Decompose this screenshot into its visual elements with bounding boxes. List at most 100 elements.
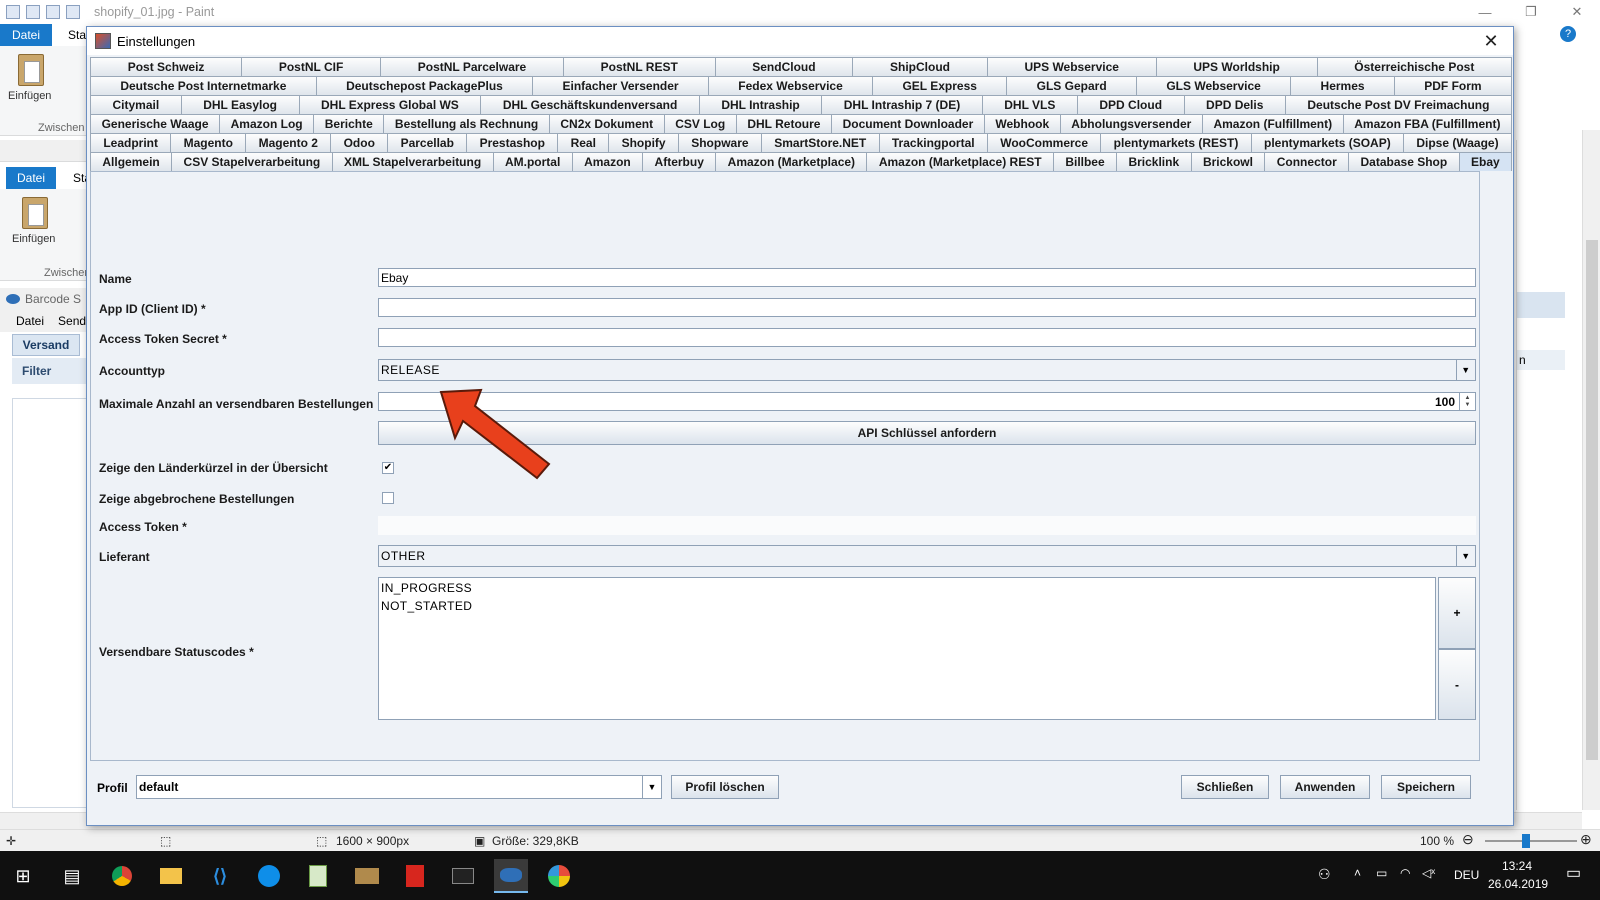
zoom-slider[interactable] bbox=[1485, 840, 1577, 842]
chevron-down-icon[interactable]: ▼ bbox=[642, 776, 661, 798]
tab-sendcloud[interactable]: SendCloud bbox=[714, 57, 854, 76]
battery-icon[interactable]: ▭ bbox=[1376, 866, 1387, 880]
tab-deutschepost-packageplus[interactable]: Deutschepost PackagePlus bbox=[315, 76, 534, 95]
tab-gel-express[interactable]: GEL Express bbox=[872, 76, 1008, 95]
tab-connector[interactable]: Connector bbox=[1264, 152, 1350, 171]
chrome-icon[interactable] bbox=[105, 859, 139, 893]
list-item[interactable]: IN_PROGRESS bbox=[381, 581, 1433, 599]
vertical-scrollbar[interactable] bbox=[1582, 130, 1600, 810]
file-explorer-icon[interactable] bbox=[154, 859, 188, 893]
tab-dhl-vls[interactable]: DHL VLS bbox=[981, 95, 1078, 114]
tab-database-shop[interactable]: Database Shop bbox=[1348, 152, 1460, 171]
filter-bar[interactable]: Filter bbox=[12, 358, 88, 384]
lieferant-select[interactable]: OTHER ▼ bbox=[378, 545, 1476, 567]
accounttyp-select[interactable]: RELEASE ▼ bbox=[378, 359, 1476, 381]
undo-icon[interactable] bbox=[46, 5, 60, 19]
tab-dhl-intraship[interactable]: DHL Intraship bbox=[698, 95, 823, 114]
notification-icon[interactable]: ▭ bbox=[1566, 863, 1581, 883]
tab-amazon-marketplace-rest[interactable]: Amazon (Marketplace) REST bbox=[866, 152, 1054, 171]
tab-csv-stapelverarbeitung[interactable]: CSV Stapelverarbeitung bbox=[171, 152, 333, 171]
tab-real[interactable]: Real bbox=[557, 133, 610, 152]
tab-cn2x-dokument[interactable]: CN2x Dokument bbox=[548, 114, 665, 133]
add-status-button[interactable]: + bbox=[1438, 577, 1476, 649]
tab-woocommerce[interactable]: WooCommerce bbox=[986, 133, 1102, 152]
dialog-close-icon[interactable]: ✕ bbox=[1469, 27, 1513, 55]
tab-ups-worldship[interactable]: UPS Worldship bbox=[1155, 57, 1318, 76]
tray-expand-icon[interactable]: ˄ bbox=[1354, 866, 1361, 880]
paint-taskbar-icon[interactable] bbox=[542, 859, 576, 893]
second-file-tab[interactable]: Datei bbox=[6, 167, 56, 189]
redo-icon[interactable] bbox=[66, 5, 80, 19]
tab-gls-gepard[interactable]: GLS Gepard bbox=[1006, 76, 1137, 95]
tab-ebay[interactable]: Ebay bbox=[1458, 152, 1513, 171]
tab-generische-waage[interactable]: Generische Waage bbox=[90, 114, 221, 133]
tab-magento[interactable]: Magento bbox=[170, 133, 247, 152]
apply-button[interactable]: Anwenden bbox=[1280, 775, 1370, 799]
help-icon[interactable]: ? bbox=[1560, 26, 1576, 42]
tab-deutsche-post-internetmarke[interactable]: Deutsche Post Internetmarke bbox=[90, 76, 317, 95]
tab-bricklink[interactable]: Bricklink bbox=[1116, 152, 1192, 171]
minimize-icon[interactable]: — bbox=[1462, 0, 1508, 24]
tab-shipcloud[interactable]: ShipCloud bbox=[852, 57, 988, 76]
task-view-icon[interactable]: ▤ bbox=[55, 859, 89, 893]
tab-postnl-cif[interactable]: PostNL CIF bbox=[241, 57, 382, 76]
name-field[interactable]: Ebay bbox=[378, 268, 1476, 287]
tab-am-portal[interactable]: AM.portal bbox=[492, 152, 573, 171]
tab-plentymarkets-rest[interactable]: plentymarkets (REST) bbox=[1100, 133, 1252, 152]
tab-brickowl[interactable]: Brickowl bbox=[1190, 152, 1266, 171]
tab-gls-webservice[interactable]: GLS Webservice bbox=[1136, 76, 1292, 95]
tab-webhook[interactable]: Webhook bbox=[983, 114, 1061, 133]
terminal-icon[interactable] bbox=[446, 859, 480, 893]
clock-date[interactable]: 26.04.2019 bbox=[1488, 877, 1548, 891]
tab-parcellab[interactable]: Parcellab bbox=[387, 133, 468, 152]
tab-amazon-fba-fulfillment[interactable]: Amazon FBA (Fulfillment) bbox=[1342, 114, 1513, 133]
save-icon[interactable] bbox=[26, 5, 40, 19]
input-language[interactable]: DEU bbox=[1454, 868, 1479, 882]
tab-dhl-express-global-ws[interactable]: DHL Express Global WS bbox=[298, 95, 482, 114]
access-token-secret-field[interactable] bbox=[378, 328, 1476, 347]
zoom-slider-thumb[interactable] bbox=[1522, 834, 1530, 848]
package-icon[interactable] bbox=[350, 859, 384, 893]
tab-österreichische-post[interactable]: Österreichische Post bbox=[1316, 57, 1513, 76]
tab-magento-2[interactable]: Magento 2 bbox=[245, 133, 332, 152]
tab-prestashop[interactable]: Prestashop bbox=[466, 133, 559, 152]
delete-profile-button[interactable]: Profil löschen bbox=[671, 775, 779, 799]
tab-pdf-form[interactable]: PDF Form bbox=[1393, 76, 1512, 95]
tab-post-schweiz[interactable]: Post Schweiz bbox=[90, 57, 243, 76]
tab-amazon-fulfillment[interactable]: Amazon (Fulfillment) bbox=[1201, 114, 1344, 133]
access-token-field[interactable] bbox=[378, 516, 1476, 535]
tab-bestellung-als-rechnung[interactable]: Bestellung als Rechnung bbox=[383, 114, 550, 133]
tab-smartstore-net[interactable]: SmartStore.NET bbox=[760, 133, 880, 152]
zoom-out-icon[interactable]: ⊖ bbox=[1462, 831, 1474, 848]
tab-afterbuy[interactable]: Afterbuy bbox=[642, 152, 717, 171]
volume-icon[interactable]: ◁ˣ bbox=[1422, 866, 1435, 880]
tab-dpd-delis[interactable]: DPD Delis bbox=[1183, 95, 1286, 114]
acrobat-icon[interactable] bbox=[398, 859, 432, 893]
chevron-down-icon[interactable]: ▼ bbox=[1456, 360, 1475, 380]
teamviewer-icon[interactable] bbox=[252, 859, 286, 893]
tab-dhl-easylog[interactable]: DHL Easylog bbox=[180, 95, 300, 114]
close-icon[interactable]: ✕ bbox=[1554, 0, 1600, 24]
country-code-checkbox[interactable]: ✔ bbox=[382, 462, 394, 474]
menu-send[interactable]: Send bbox=[58, 314, 86, 328]
tab-hermes[interactable]: Hermes bbox=[1290, 76, 1395, 95]
save-button[interactable]: Speichern bbox=[1381, 775, 1471, 799]
list-item[interactable]: NOT_STARTED bbox=[381, 599, 1433, 617]
tab-shopware[interactable]: Shopware bbox=[677, 133, 762, 152]
cancelled-orders-checkbox[interactable] bbox=[382, 492, 394, 504]
tab-amazon-marketplace[interactable]: Amazon (Marketplace) bbox=[715, 152, 868, 171]
tab-xml-stapelverarbeitung[interactable]: XML Stapelverarbeitung bbox=[331, 152, 494, 171]
tab-leadprint[interactable]: Leadprint bbox=[90, 133, 172, 152]
vscode-icon[interactable]: ⟨⟩ bbox=[203, 859, 237, 893]
maximize-icon[interactable]: ❐ bbox=[1508, 0, 1554, 24]
tab-trackingportal[interactable]: Trackingportal bbox=[878, 133, 988, 152]
tab-dipse-waage[interactable]: Dipse (Waage) bbox=[1403, 133, 1512, 152]
tab-plentymarkets-soap[interactable]: plentymarkets (SOAP) bbox=[1250, 133, 1405, 152]
profile-select[interactable]: default ▼ bbox=[136, 775, 662, 799]
tab-versand[interactable]: Versand bbox=[12, 334, 80, 356]
spinner-arrows-icon[interactable]: ▲ ▼ bbox=[1459, 393, 1475, 410]
tab-dhl-geschäftskundenversand[interactable]: DHL Geschäftskundenversand bbox=[480, 95, 700, 114]
paste-icon-2[interactable] bbox=[22, 197, 48, 229]
menu-datei[interactable]: Datei bbox=[16, 314, 44, 328]
paint-start-tab[interactable]: Sta bbox=[68, 28, 86, 42]
